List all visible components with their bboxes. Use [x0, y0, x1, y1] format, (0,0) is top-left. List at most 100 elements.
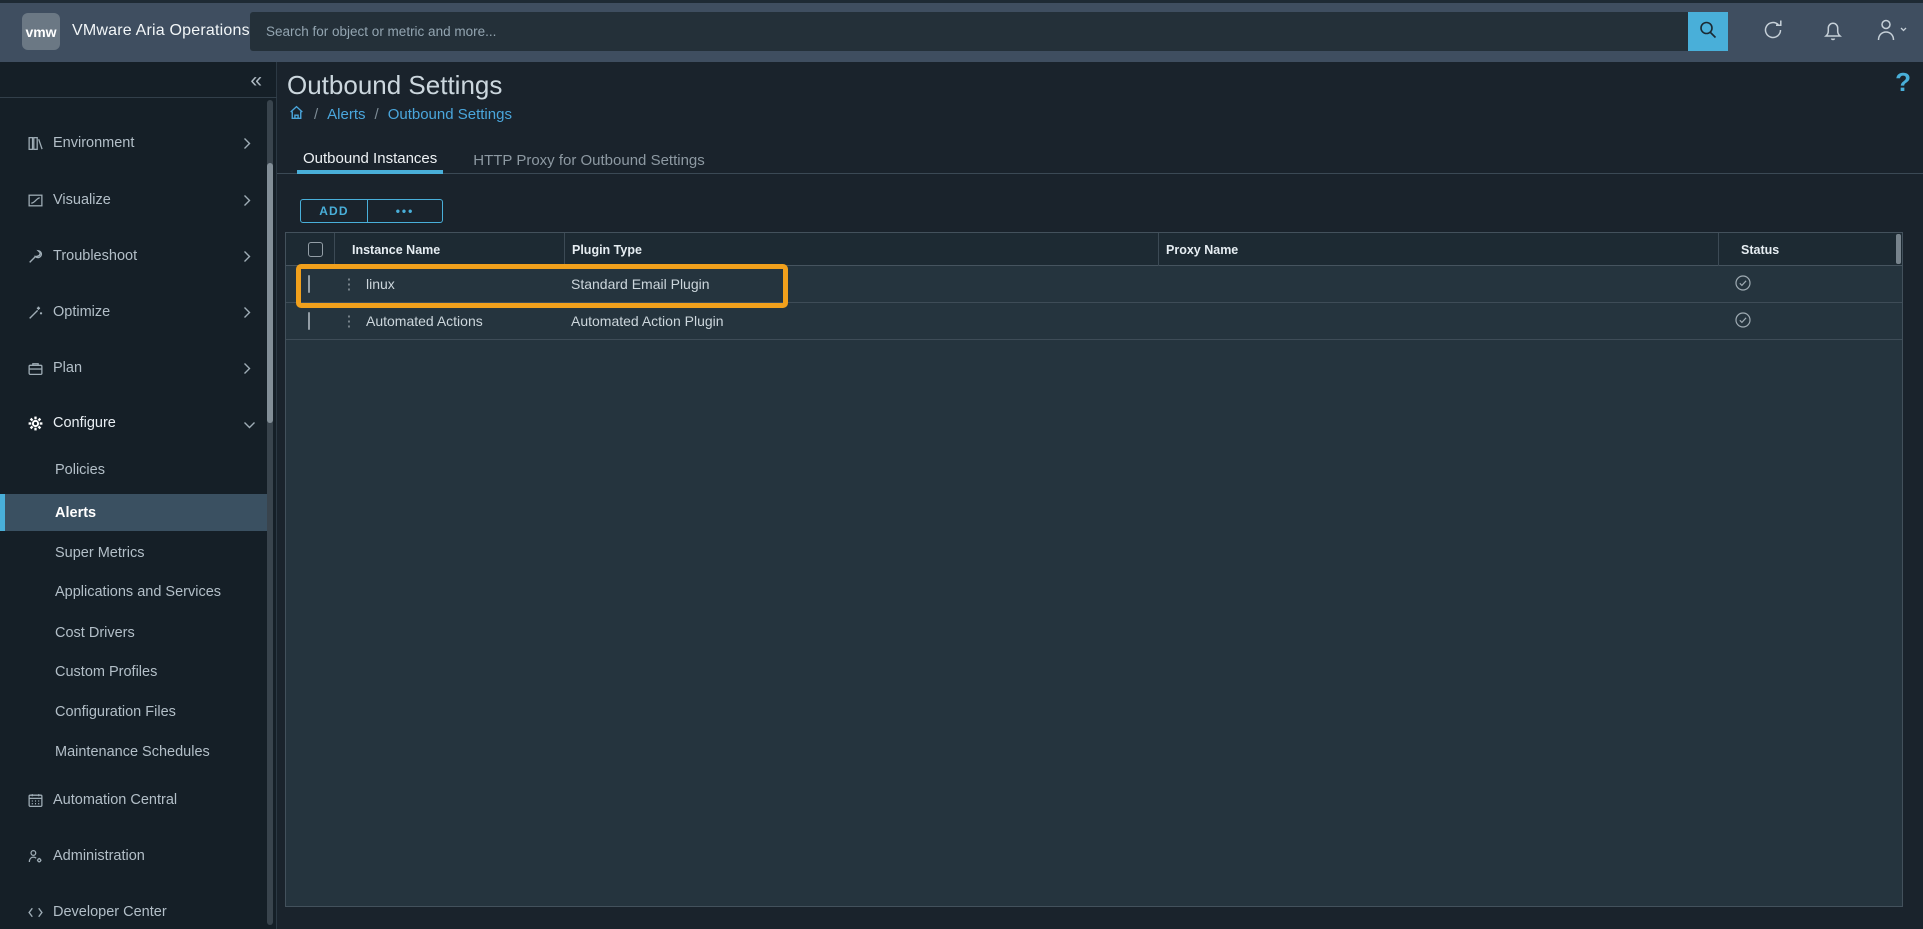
column-header-plugin-type[interactable]: Plugin Type — [564, 233, 1158, 266]
notifications-button[interactable] — [1811, 0, 1855, 62]
search-icon — [1697, 19, 1719, 44]
sidebar-item-maintenance-schedules[interactable]: Maintenance Schedules — [0, 734, 266, 770]
chevron-down-icon — [243, 417, 256, 435]
sidebar-item-visualize[interactable]: Visualize — [0, 182, 266, 218]
chevron-right-icon — [243, 362, 251, 380]
refresh-button[interactable] — [1751, 0, 1795, 62]
page-title: Outbound Settings — [287, 70, 502, 101]
sidebar-item-label: Troubleshoot — [53, 248, 137, 264]
search-input[interactable] — [250, 12, 1688, 51]
developer-center-icon — [25, 903, 45, 921]
breadcrumb-link-alerts[interactable]: Alerts — [327, 106, 365, 123]
vmware-logo[interactable]: vmw — [22, 13, 60, 50]
sidebar-scrollbar-thumb[interactable] — [267, 163, 273, 423]
header-checkbox-cell — [286, 233, 334, 266]
search-button[interactable] — [1688, 12, 1728, 51]
tab-http-proxy-for-outbound-settings[interactable]: HTTP Proxy for Outbound Settings — [467, 146, 711, 174]
help-button[interactable]: ? — [1895, 67, 1911, 98]
sidebar-item-label: Developer Center — [53, 904, 167, 920]
tab-bar: Outbound Instances HTTP Proxy for Outbou… — [277, 146, 1923, 174]
sidebar-item-label: Optimize — [53, 304, 110, 320]
sidebar-item-administration[interactable]: Administration — [0, 838, 266, 874]
sidebar-item-plan[interactable]: Plan — [0, 350, 266, 386]
status-ok-icon — [1734, 274, 1752, 295]
app-title: VMware Aria Operations — [72, 0, 250, 62]
row-checkbox[interactable] — [308, 275, 310, 293]
column-header-instance-name[interactable]: Instance Name — [334, 233, 564, 266]
user-icon — [1872, 16, 1912, 47]
bell-icon — [1820, 17, 1846, 46]
sidebar-item-automation-central[interactable]: Automation Central — [0, 782, 266, 818]
sidebar-item-label: Administration — [53, 848, 145, 864]
plugin-type-cell: Automated Action Plugin — [564, 313, 1158, 329]
more-actions-button[interactable]: ••• — [368, 199, 443, 223]
chevron-right-icon — [243, 137, 251, 155]
global-search — [250, 12, 1728, 51]
sidebar-item-label: Configuration Files — [55, 704, 176, 720]
home-icon — [288, 104, 305, 125]
status-cell — [1718, 274, 1902, 295]
row-actions-kebab-icon[interactable]: ⋮ — [339, 275, 359, 293]
configure-icon — [25, 414, 45, 432]
select-all-checkbox[interactable] — [308, 242, 323, 257]
sidebar-item-applications-and-services[interactable]: Applications and Services — [0, 574, 266, 610]
sidebar-item-troubleshoot[interactable]: Troubleshoot — [0, 238, 266, 274]
table-toolbar: ADD ••• — [300, 199, 443, 223]
breadcrumb-separator: / — [375, 106, 379, 123]
sidebar-item-alerts[interactable]: Alerts — [0, 494, 271, 531]
chevron-right-icon — [243, 194, 251, 212]
table-row[interactable]: ⋮ Automated Actions Automated Action Plu… — [286, 303, 1902, 340]
administration-icon — [25, 847, 45, 865]
vmware-aria-operations-window: vmw VMware Aria Operations — [0, 0, 1923, 929]
outbound-instances-table: Instance Name Plugin Type Proxy Name Sta… — [285, 232, 1903, 907]
row-checkbox-cell — [286, 313, 334, 329]
breadcrumb-separator: / — [314, 106, 318, 123]
user-menu-button[interactable] — [1864, 0, 1920, 62]
sidebar-item-label: Super Metrics — [55, 545, 144, 561]
sidebar-item-label: Plan — [53, 360, 82, 376]
table-scrollbar-thumb[interactable] — [1896, 234, 1901, 264]
environment-icon — [25, 134, 45, 152]
top-navigation-bar: vmw VMware Aria Operations — [0, 0, 1923, 62]
sidebar-item-label: Configure — [53, 415, 116, 431]
instance-name: linux — [366, 276, 395, 292]
sidebar-item-policies[interactable]: Policies — [0, 452, 266, 488]
sidebar-divider — [0, 97, 277, 98]
add-button[interactable]: ADD — [300, 199, 368, 223]
refresh-icon — [1759, 16, 1787, 47]
sidebar-item-configuration-files[interactable]: Configuration Files — [0, 694, 266, 730]
sidebar-item-custom-profiles[interactable]: Custom Profiles — [0, 654, 266, 690]
sidebar-item-label: Applications and Services — [55, 584, 221, 600]
status-cell — [1718, 311, 1902, 332]
sidebar-item-optimize[interactable]: Optimize — [0, 294, 266, 330]
sidebar-item-super-metrics[interactable]: Super Metrics — [0, 535, 266, 571]
column-header-proxy-name[interactable]: Proxy Name — [1158, 233, 1718, 266]
plugin-type-cell: Standard Email Plugin — [564, 276, 1158, 292]
sidebar-item-label: Policies — [55, 462, 105, 478]
status-ok-icon — [1734, 311, 1752, 332]
sidebar-item-label: Visualize — [53, 192, 111, 208]
column-header-status[interactable]: Status — [1718, 233, 1902, 266]
row-checkbox[interactable] — [308, 312, 310, 330]
table-row[interactable]: ⋮ linux Standard Email Plugin — [286, 266, 1902, 303]
breadcrumb: / Alerts / Outbound Settings — [288, 104, 512, 125]
troubleshoot-icon — [25, 247, 45, 265]
chevron-right-icon — [243, 250, 251, 268]
breadcrumb-link-outbound-settings[interactable]: Outbound Settings — [388, 106, 512, 123]
sidebar-item-label: Environment — [53, 135, 134, 151]
automation-central-icon — [25, 791, 45, 809]
row-actions-kebab-icon[interactable]: ⋮ — [339, 312, 359, 330]
optimize-icon — [25, 303, 45, 321]
sidebar-item-label: Maintenance Schedules — [55, 744, 210, 760]
sidebar-item-label: Alerts — [55, 505, 96, 521]
sidebar-item-cost-drivers[interactable]: Cost Drivers — [0, 615, 266, 651]
sidebar-item-developer-center[interactable]: Developer Center — [0, 894, 266, 929]
breadcrumb-home-link[interactable] — [288, 104, 305, 125]
sidebar-item-label: Automation Central — [53, 792, 177, 808]
sidebar-collapse-button[interactable]: « — [250, 70, 262, 91]
sidebar-item-configure[interactable]: Configure — [0, 405, 266, 441]
tab-outbound-instances[interactable]: Outbound Instances — [297, 146, 443, 174]
sidebar-item-environment[interactable]: Environment — [0, 125, 266, 161]
table-header-row: Instance Name Plugin Type Proxy Name Sta… — [286, 233, 1902, 266]
chevron-right-icon — [243, 306, 251, 324]
